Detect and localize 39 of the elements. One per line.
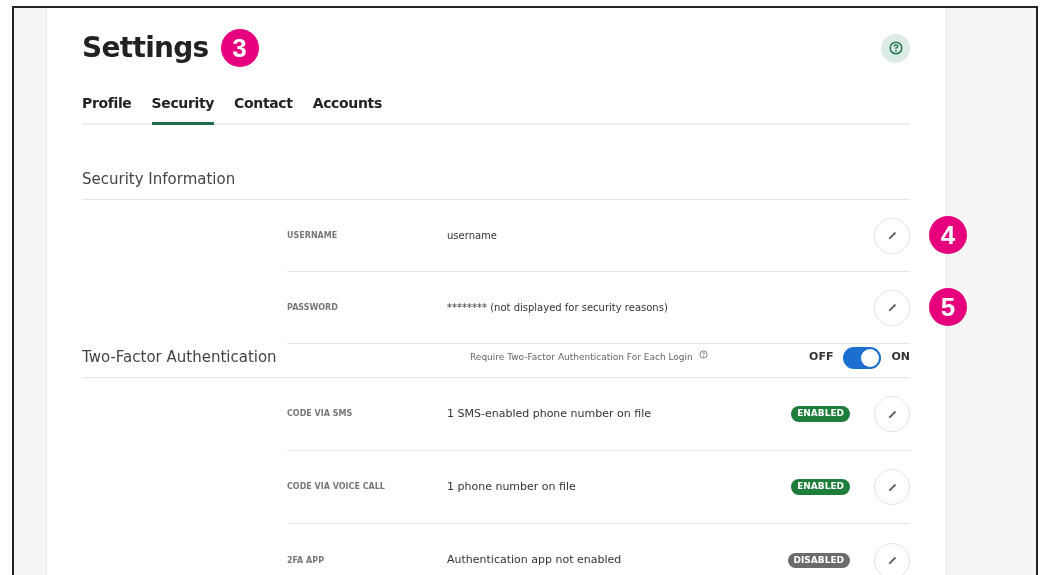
edit-button[interactable]	[874, 542, 910, 575]
edit-button[interactable]	[874, 217, 910, 254]
section-heading: Two-Factor Authentication	[82, 347, 278, 369]
status-badge: DISABLED	[787, 552, 850, 569]
field-label: PASSWORD	[287, 301, 339, 314]
edit-button[interactable]	[874, 289, 910, 326]
method-description: 1 phone number on file	[447, 478, 577, 495]
toggle-on-label: ON	[891, 349, 910, 366]
pencil-icon	[886, 481, 898, 493]
help-icon[interactable]	[698, 350, 708, 359]
field-value: username	[447, 229, 498, 243]
toggle-off-label: OFF	[809, 349, 834, 366]
require-2fa-label: Require Two-Factor Authentication For Each Login	[470, 350, 693, 364]
tab[interactable]: Accounts	[312, 93, 382, 125]
tab[interactable]: Security	[151, 93, 215, 125]
help-icon[interactable]	[881, 33, 910, 63]
pencil-icon	[886, 230, 898, 241]
field-label: USERNAME	[287, 229, 339, 242]
field-value: ******** (not displayed for security reasons)	[447, 301, 669, 315]
pencil-icon	[886, 408, 898, 420]
method-label: 2FA APP	[287, 554, 325, 567]
method-label: CODE VIA VOICE CALL	[287, 481, 386, 493]
callout-marker: 5	[929, 288, 967, 326]
pencil-icon	[886, 555, 898, 566]
edit-button[interactable]	[874, 469, 910, 505]
callout-marker: 3	[220, 29, 259, 67]
pencil-icon	[886, 302, 898, 313]
status-badge: ENABLED	[791, 406, 850, 422]
method-label: CODE VIA SMS	[287, 408, 354, 420]
page-title: Settings	[82, 30, 209, 66]
method-description: 1 SMS-enabled phone number on file	[447, 405, 652, 422]
callout-marker: 4	[929, 216, 967, 254]
status-badge: ENABLED	[791, 479, 850, 495]
tab[interactable]: Contact	[234, 93, 293, 125]
two-factor-toggle[interactable]	[843, 346, 882, 369]
tab[interactable]: Profile	[82, 93, 132, 125]
method-description: Authentication app not enabled	[447, 552, 623, 569]
edit-button[interactable]	[874, 396, 910, 432]
section-heading: Security Information	[82, 168, 236, 190]
